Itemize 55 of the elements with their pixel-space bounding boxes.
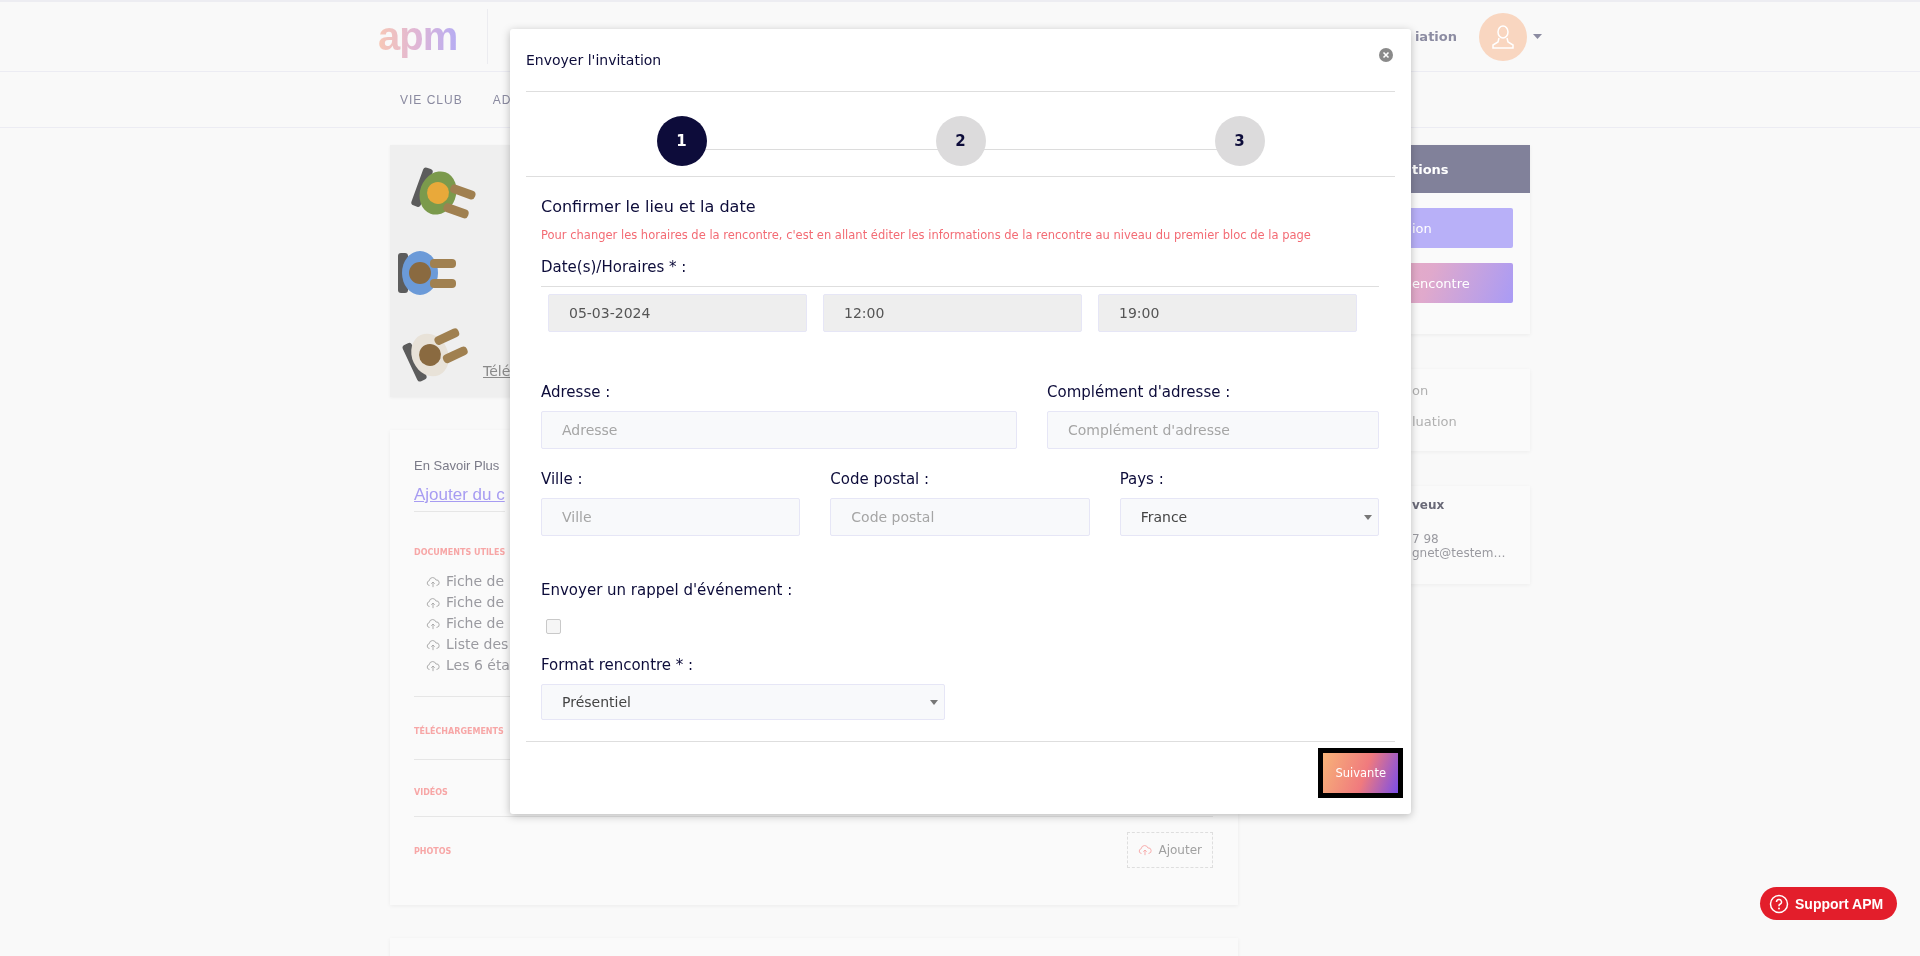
add-button[interactable]: Ajouter [1127, 832, 1213, 868]
menu-link[interactable]: luation [1412, 414, 1530, 429]
nav-link[interactable]: iation [1414, 29, 1457, 44]
input-field[interactable]: Ville [541, 498, 801, 536]
contact-phone: 7 98 [1412, 532, 1440, 546]
select-field[interactable]: France [1119, 498, 1379, 536]
select-field[interactable]: Présentiel [541, 684, 945, 720]
field-label: Complément d'adresse : [1047, 383, 1232, 401]
field-label: Adresse : [541, 383, 612, 401]
input-field[interactable]: Adresse [541, 411, 1017, 449]
close-icon[interactable] [1379, 48, 1393, 62]
contact-name: veux [1412, 498, 1446, 512]
field-label: Pays : [1119, 470, 1165, 488]
document-link[interactable]: Liste des [446, 634, 509, 655]
section-label: TÉLÉCHARGEMENTS [414, 727, 504, 736]
next-button[interactable]: Suivante [1318, 748, 1403, 798]
card-heading: En Savoir Plus [414, 458, 500, 473]
section-label: VIDÉOS [414, 788, 448, 797]
help-icon [1769, 893, 1789, 914]
field-label: Format rencontre * : [541, 656, 695, 674]
step-indicator[interactable]: 2 [935, 116, 986, 166]
caret-icon[interactable] [1533, 34, 1542, 39]
field-label: Ville : [541, 470, 584, 488]
dialog-title: Envoyer l'invitation [526, 52, 662, 68]
field-label: Date(s)/Horaires * : [541, 258, 1379, 287]
document-link[interactable]: Les 6 éta [446, 655, 510, 676]
field-label: Code postal : [830, 470, 931, 488]
caret-icon [1364, 514, 1372, 520]
section-label: PHOTOS [414, 847, 452, 858]
step-indicator[interactable]: 3 [1214, 116, 1265, 166]
caret-icon [930, 699, 938, 705]
document-link[interactable]: Fiche de [446, 613, 505, 634]
input-field[interactable]: Code postal [830, 498, 1090, 536]
cloud-upload-icon [426, 617, 440, 630]
nav-tab[interactable]: VIE CLUB [400, 92, 463, 107]
input-field[interactable]: Complément d'adresse [1047, 411, 1379, 449]
section-title: Confirmer le lieu et la date [541, 197, 757, 216]
cloud-upload-icon [426, 659, 440, 672]
step-indicator[interactable]: 1 [656, 116, 707, 166]
contact-email[interactable]: gnet@testem… [1412, 546, 1530, 560]
add-content-link[interactable]: Ajouter du c [414, 485, 505, 512]
cloud-upload-icon [426, 575, 440, 588]
cloud-upload-icon [426, 596, 440, 609]
checkbox[interactable] [546, 619, 561, 634]
menu-link[interactable]: on [1412, 383, 1530, 398]
download-link[interactable]: Télé [483, 363, 511, 379]
nav-tab[interactable]: AD [492, 92, 512, 107]
document-link[interactable]: Fiche de [446, 571, 505, 592]
support-button[interactable]: Support APM [1760, 887, 1898, 920]
cloud-upload-icon [1138, 844, 1153, 856]
warning-note: Pour changer les horaires de la rencontre, c'est en allant éditer les informations de la rencontre au niveau du premier bloc de la page [541, 228, 1312, 242]
section-label: DOCUMENTS UTILES [414, 548, 506, 557]
document-link[interactable]: Fiche de [446, 592, 505, 613]
cloud-upload-icon [426, 638, 440, 651]
field-label: Envoyer un rappel d'événement : [541, 581, 794, 599]
